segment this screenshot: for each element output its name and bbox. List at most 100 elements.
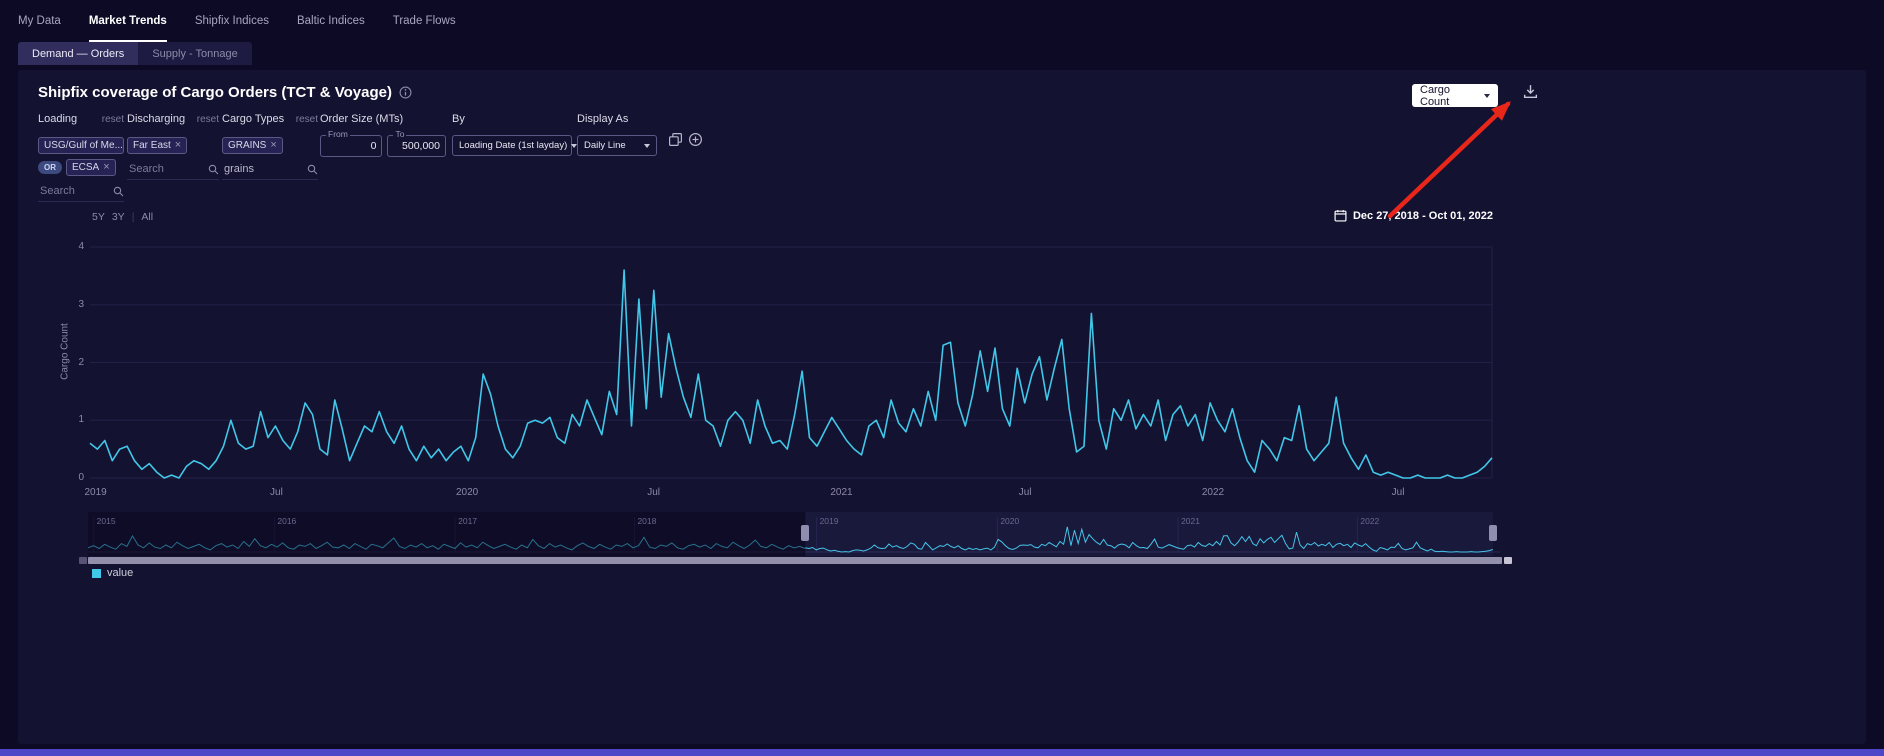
legend-swatch	[92, 569, 101, 578]
nav-item-market-trends[interactable]: Market Trends	[89, 0, 167, 42]
legend-label: value	[107, 567, 133, 579]
nav-item-my-data[interactable]: My Data	[18, 0, 61, 42]
calendar-icon	[1334, 209, 1347, 222]
remove-tag-icon[interactable]: ×	[103, 162, 109, 173]
to-label: To	[393, 129, 406, 139]
discharging-reset-link[interactable]: reset	[197, 114, 219, 125]
range-buttons: 5Y 3Y | All	[92, 211, 153, 223]
nav-item-trade-flows[interactable]: Trade Flows	[393, 0, 456, 42]
horizontal-scrollbar[interactable]	[88, 557, 1502, 564]
x-tick-label: 2022	[1202, 487, 1224, 498]
x-tick-label: Jul	[1019, 487, 1032, 498]
filter-discharging: Discharging reset Far East ×	[127, 113, 219, 180]
add-circle-icon[interactable]	[688, 132, 703, 147]
tab-demand-orders[interactable]: Demand — Orders	[18, 42, 138, 65]
main-chart-svg[interactable]	[88, 236, 1498, 488]
tag-label: ECSA	[72, 162, 99, 173]
by-select[interactable]: Loading Date (1st layday)	[452, 135, 572, 156]
tab-supply-tonnage[interactable]: Supply - Tonnage	[138, 42, 251, 65]
sub-tabs: Demand — Orders Supply - Tonnage	[18, 42, 1884, 65]
chevron-down-icon	[1484, 94, 1490, 98]
x-tick-label: 2019	[84, 487, 106, 498]
y-tick-label: 1	[78, 414, 84, 425]
filter-by: By Loading Date (1st layday)	[452, 113, 572, 156]
loading-reset-link[interactable]: reset	[102, 114, 124, 125]
scrollbar-right-handle[interactable]	[1504, 557, 1512, 564]
bottom-strip	[0, 749, 1884, 756]
remove-tag-icon[interactable]: ×	[270, 140, 276, 151]
discharging-tag[interactable]: Far East ×	[127, 137, 187, 154]
tag-label: USG/Gulf of Me...	[44, 140, 123, 151]
loading-tag[interactable]: USG/Gulf of Me... ×	[38, 137, 124, 154]
filter-loading: Loading reset USG/Gulf of Me... × OR ECS…	[38, 113, 124, 202]
display-as-select-value: Daily Line	[584, 140, 626, 151]
panel-title-row: Shipfix coverage of Cargo Orders (TCT & …	[38, 84, 412, 101]
nav-item-baltic-indices[interactable]: Baltic Indices	[297, 0, 365, 42]
navigator-year-label: 2021	[1181, 516, 1200, 526]
y-tick-label: 3	[78, 299, 84, 310]
page-title: Shipfix coverage of Cargo Orders (TCT & …	[38, 84, 392, 101]
display-as-select[interactable]: Daily Line	[577, 135, 657, 156]
scrollbar-left-button[interactable]	[79, 557, 87, 564]
divider: |	[132, 211, 135, 223]
from-label: From	[326, 129, 350, 139]
brush-handle[interactable]	[1489, 525, 1497, 541]
discharging-label: Discharging	[127, 113, 185, 125]
top-nav: My Data Market Trends Shipfix Indices Ba…	[0, 0, 1884, 42]
loading-search-input[interactable]	[38, 184, 107, 198]
copy-icon[interactable]	[668, 132, 683, 147]
date-range[interactable]: Dec 27, 2018 - Oct 01, 2022	[1334, 209, 1493, 222]
filter-display-as: Display As Daily Line	[577, 113, 657, 156]
by-select-value: Loading Date (1st layday)	[459, 140, 567, 151]
remove-tag-icon[interactable]: ×	[175, 140, 181, 151]
page: My Data Market Trends Shipfix Indices Ba…	[0, 0, 1884, 756]
order-size-label: Order Size (MTs)	[320, 113, 403, 125]
date-range-label: Dec 27, 2018 - Oct 01, 2022	[1353, 210, 1493, 222]
discharging-search-input[interactable]	[127, 162, 200, 176]
search-icon	[307, 164, 318, 175]
order-size-from-input[interactable]	[321, 140, 381, 152]
range-3y-button[interactable]: 3Y	[112, 211, 125, 223]
x-tick-label: Jul	[1392, 487, 1405, 498]
chart-panel: Shipfix coverage of Cargo Orders (TCT & …	[18, 70, 1866, 744]
legend-item-value[interactable]: value	[92, 567, 133, 579]
navigator-year-label: 2016	[277, 516, 296, 526]
metric-select[interactable]: Cargo Count	[1412, 84, 1498, 107]
order-size-to-input[interactable]	[388, 140, 445, 152]
brush-handle[interactable]	[801, 525, 809, 541]
operator-badge[interactable]: OR	[38, 161, 62, 174]
navigator-year-label: 2022	[1360, 516, 1379, 526]
nav-item-shipfix-indices[interactable]: Shipfix Indices	[195, 0, 269, 42]
display-as-label: Display As	[577, 113, 628, 125]
filter-cargo-types: Cargo Types reset GRAINS ×	[222, 113, 318, 180]
info-icon[interactable]	[399, 86, 412, 99]
search-icon	[208, 164, 219, 175]
metric-select-value: Cargo Count	[1420, 84, 1480, 108]
download-icon[interactable]	[1522, 83, 1539, 100]
filter-order-size: Order Size (MTs) From To	[320, 113, 446, 157]
cargo-types-reset-link[interactable]: reset	[296, 114, 318, 125]
tag-label: GRAINS	[228, 140, 266, 151]
order-size-from-box: From	[320, 135, 382, 157]
cargo-types-search-input[interactable]	[222, 162, 298, 176]
range-5y-button[interactable]: 5Y	[92, 211, 105, 223]
y-tick-label: 4	[78, 241, 84, 252]
cargo-types-label: Cargo Types	[222, 113, 284, 125]
loading-label: Loading	[38, 113, 77, 125]
tag-label: Far East	[133, 140, 171, 151]
by-label: By	[452, 113, 465, 125]
y-tick-label: 0	[78, 472, 84, 483]
search-icon	[113, 186, 124, 197]
navigator-year-labels: 20152016201720182019202020212022	[88, 514, 1500, 528]
cargo-type-tag[interactable]: GRAINS ×	[222, 137, 283, 154]
y-axis-labels: 01234	[64, 236, 84, 488]
navigator-year-label: 2020	[1000, 516, 1019, 526]
x-tick-label: Jul	[270, 487, 283, 498]
chevron-down-icon	[644, 144, 650, 148]
navigator-year-label: 2017	[458, 516, 477, 526]
order-size-to-box: To	[387, 135, 446, 157]
range-all-button[interactable]: All	[141, 211, 153, 223]
navigator-year-label: 2019	[820, 516, 839, 526]
loading-tag[interactable]: ECSA ×	[66, 159, 116, 176]
x-tick-label: 2020	[456, 487, 478, 498]
